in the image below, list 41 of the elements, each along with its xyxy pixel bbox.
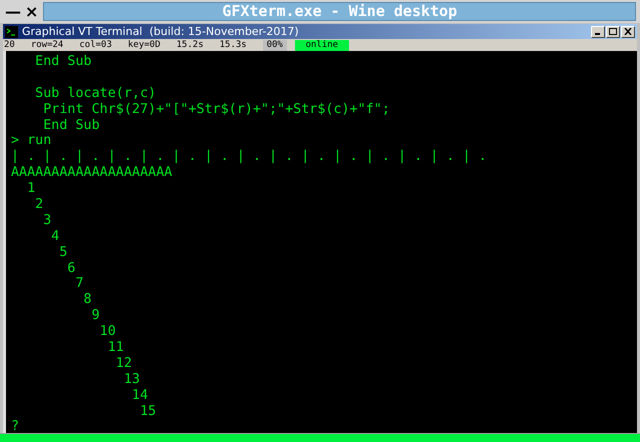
maximize-button[interactable] — [606, 26, 620, 38]
terminal-line: 12 — [114, 356, 132, 372]
minimize-button[interactable]: — — [4, 4, 22, 20]
status-field: key=0D — [128, 40, 160, 50]
maximize-icon — [609, 28, 617, 35]
terminal-line: 4 — [50, 228, 60, 245]
terminal-line: 10 — [98, 324, 116, 340]
terminal-line: ? — [11, 419, 20, 433]
terminal-line: Sub locate(r,c) — [34, 86, 156, 102]
close-button[interactable]: × — [24, 4, 40, 20]
window-title: Graphical VT Terminal (build: 15-November-2017) — [22, 26, 299, 37]
close-icon — [624, 28, 632, 35]
terminal-line: 13 — [122, 372, 140, 388]
status-field: 20 — [4, 40, 15, 50]
terminal-line: | . | . | . | . | . | . | . | . | . | . | . | . | . | . | . — [11, 149, 487, 166]
terminal-line: 2 — [34, 197, 44, 213]
terminal-line: 9 — [90, 308, 100, 324]
terminal-line: 14 — [130, 388, 148, 404]
status-field: row=24 — [30, 40, 64, 50]
terminal-line: AAAAAAAAAAAAAAAAAAAA — [11, 165, 172, 182]
terminal-line: 15 — [138, 404, 156, 420]
terminal-line: 1 — [26, 181, 36, 198]
close-button[interactable] — [621, 26, 635, 38]
status-field: col=03 — [79, 40, 112, 50]
status-field: 15.2s — [176, 40, 204, 50]
terminal-line: 6 — [66, 260, 76, 276]
online-indicator: online — [294, 40, 349, 50]
terminal-line: 11 — [106, 340, 124, 356]
terminal-line: 8 — [82, 292, 92, 308]
desktop-title: GFXterm.exe - Wine desktop — [222, 4, 458, 19]
terminal-line: Print Chr$(27)+"["+Str$(r)+";"+Str$(c)+"f"; — [42, 102, 390, 118]
terminal-line: > run — [11, 133, 52, 150]
status-percent: 00% — [262, 40, 287, 50]
status-field: 15.3s — [219, 40, 247, 50]
terminal-icon — [5, 26, 18, 38]
terminal-line: End Sub — [42, 118, 100, 134]
terminal-line: 5 — [58, 244, 68, 261]
terminal-line: End Sub — [34, 54, 92, 70]
minimize-button[interactable] — [591, 26, 605, 38]
terminal-line: 3 — [42, 212, 52, 229]
terminal-line: 7 — [74, 276, 84, 292]
